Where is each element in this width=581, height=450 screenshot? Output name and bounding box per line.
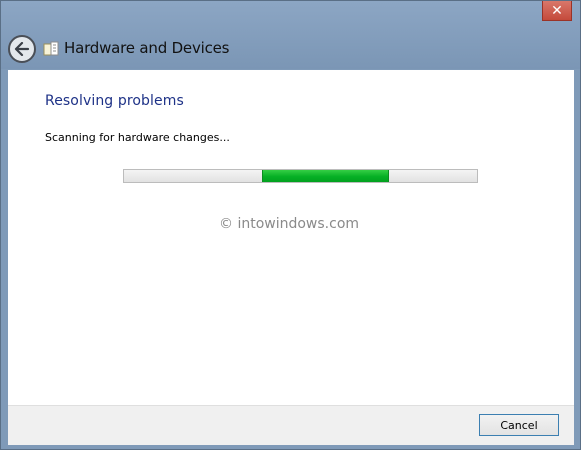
- troubleshooter-icon: [43, 41, 59, 57]
- close-icon: ✕: [551, 2, 563, 19]
- back-arrow-icon: [14, 42, 30, 56]
- troubleshooter-window: ✕ Hardware and Devices Resolving problem…: [0, 0, 581, 450]
- watermark-text: © intowindows.com: [219, 216, 360, 232]
- back-button[interactable]: [8, 35, 36, 63]
- cancel-button[interactable]: Cancel: [479, 414, 559, 436]
- footer-bar: Cancel: [8, 405, 574, 445]
- status-text: Scanning for hardware changes...: [45, 131, 230, 144]
- progress-indicator: [262, 170, 389, 182]
- progress-bar: [123, 169, 478, 183]
- page-heading: Resolving problems: [45, 93, 184, 109]
- content-area: Resolving problems Scanning for hardware…: [8, 70, 574, 405]
- window-title: Hardware and Devices: [64, 39, 230, 57]
- close-button[interactable]: ✕: [542, 1, 572, 21]
- title-bar: ✕ Hardware and Devices: [1, 1, 580, 69]
